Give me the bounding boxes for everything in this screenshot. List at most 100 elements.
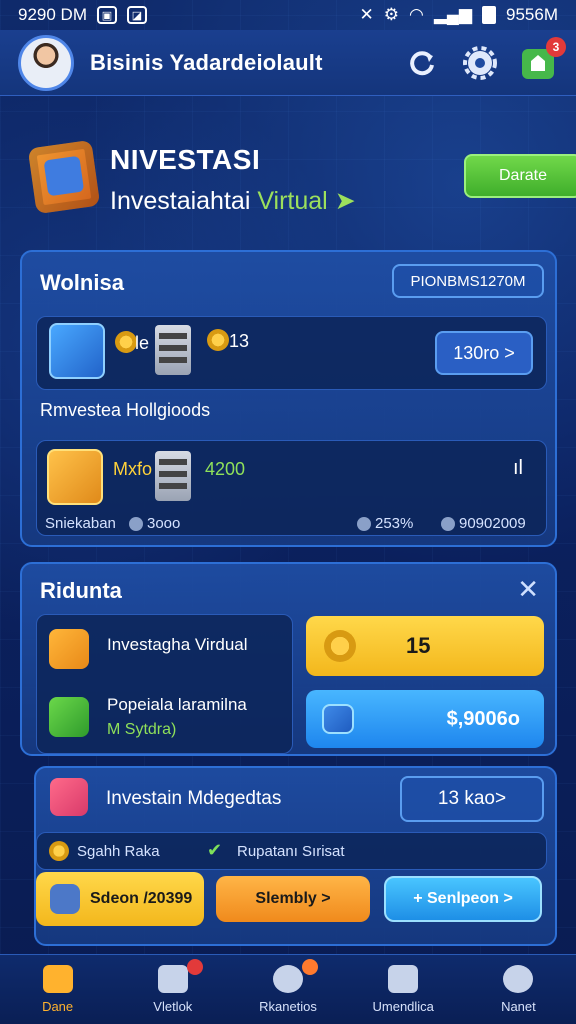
footer-b-value: 253% — [375, 515, 414, 532]
nav-item-home[interactable]: Dane — [0, 955, 115, 1024]
card-title: Ridunta — [40, 578, 122, 603]
reward-item-2-title[interactable]: Popeiala laramilna — [107, 695, 247, 715]
alarm-icon: ⚙ — [383, 5, 399, 24]
reward-count: 15 — [406, 633, 431, 658]
card-pill[interactable]: PIONBMS1270M — [392, 264, 544, 298]
gift-icon — [50, 778, 88, 816]
settings-button[interactable] — [460, 43, 500, 83]
server-icon-2 — [155, 451, 191, 501]
nav-item-wallet[interactable]: Vletlok — [115, 955, 230, 1024]
reward-item-2-sub: M Sytdra) — [107, 721, 177, 738]
nav-badge — [301, 959, 318, 975]
home-icon — [42, 965, 73, 993]
chat-icon — [49, 629, 89, 669]
nav-label: Vletlok — [153, 999, 193, 1014]
card-title: Investain Mdegedtas — [106, 788, 282, 809]
nav-label: Umendlica — [372, 999, 434, 1014]
arrow-icon: ➤ — [334, 187, 356, 215]
hero-title: NIVESTASI — [110, 144, 261, 175]
holding-footer-b: 253% — [357, 515, 413, 532]
card-pill[interactable]: 13 kao> — [400, 776, 544, 822]
info-icon — [357, 517, 371, 532]
footer-a-value: 3ooo — [147, 515, 181, 532]
holding-footer-c: 90902009 — [441, 515, 526, 532]
info-icon — [441, 517, 455, 532]
trophy-icon — [324, 630, 356, 662]
app-header: Bisinis Yadardeiolault 3 — [0, 30, 576, 96]
section-label: Rmvestea Hollgioods — [40, 400, 211, 420]
nav-badge — [186, 959, 203, 975]
chart-icon — [388, 965, 419, 993]
reward-balance: $,9006o — [446, 707, 520, 730]
calendar-icon — [157, 965, 188, 993]
assembly-label: Slembly > — [255, 890, 331, 907]
holding-footer-a: 3ooo — [129, 515, 180, 532]
holding-footer-label: Sniekaban — [45, 515, 116, 532]
nav-item-settings[interactable]: Nanet — [461, 955, 576, 1024]
search-icon — [273, 965, 303, 993]
hero-subtitle: Investaiahtai Virtual ➤ — [110, 186, 356, 216]
holding-name: Mxfo — [113, 459, 153, 479]
battery-icon — [482, 6, 497, 24]
rewards-card: Ridunta ✕ Investagha Virdual Popeiala la… — [20, 562, 557, 756]
holding-value: 4200 — [205, 459, 246, 479]
hero-subtitle-main: Investaiahtai — [110, 187, 251, 215]
card-title: Wolnisa — [40, 270, 124, 295]
gear-icon — [503, 965, 534, 993]
reward-item-1[interactable]: Investagha Virdual — [107, 635, 248, 655]
notification-badge: 3 — [546, 36, 566, 57]
assembly-button[interactable]: Slembly > — [216, 876, 370, 922]
footer-c-value: 90902009 — [459, 515, 526, 532]
holding-right-indicator: ıl — [513, 457, 523, 479]
row-amount-button[interactable]: 130ro > — [435, 331, 533, 375]
wallet-icon — [322, 704, 354, 734]
investment-box-icon — [27, 139, 101, 215]
holding-row[interactable]: Mxfo 4200 ıl Sniekaban 3ooo 253% 9090200… — [36, 440, 547, 536]
signal-icon: ▂▄▆ — [433, 5, 473, 24]
check-icon: ✔ — [207, 840, 223, 860]
stake-label: Sdeon /20399 — [90, 890, 193, 907]
coin-icon-2 — [207, 329, 229, 351]
status-bar: 9290 DM ▣ ◪ ✕ ⚙ ◠ ▂▄▆ 9556M — [0, 0, 576, 30]
coin-count: 13 — [229, 331, 250, 351]
refresh-icon — [410, 50, 434, 75]
close-icon[interactable]: ✕ — [517, 574, 539, 605]
notifications-button[interactable]: 3 — [518, 36, 566, 83]
coin-icon — [49, 841, 69, 861]
status-time: 9290 DM — [18, 5, 87, 24]
hero-section: NIVESTASI Investaiahtai Virtual ➤ Darate — [27, 139, 576, 230]
nav-item-search[interactable]: Rkanetios — [230, 955, 345, 1024]
tags-row: Sgahh Raka ✔ Rupatanı Sırisat — [36, 832, 547, 870]
status-time-right: 9556M — [506, 5, 558, 24]
info-icon — [129, 517, 143, 532]
tag-2: Rupatanı Sırisat — [237, 843, 345, 860]
coin-label: le — [135, 333, 150, 353]
nav-label: Dane — [42, 999, 74, 1014]
nav-label: Nanet — [501, 999, 536, 1014]
hero-subtitle-highlight: Virtual — [257, 187, 328, 215]
rewards-list: Investagha Virdual Popeiala laramilna M … — [36, 614, 293, 754]
cart-icon — [50, 884, 80, 914]
add-button[interactable]: + Senlpeon > — [384, 876, 542, 922]
hero-action-button[interactable]: Darate — [464, 154, 576, 198]
nav-label: Rkanetios — [259, 999, 317, 1014]
nav-item-stats[interactable]: Umendlica — [346, 955, 461, 1024]
investment-card: Investain Mdegedtas 13 kao> Sgahh Raka ✔… — [34, 766, 557, 946]
wifi-icon: ◠ — [408, 5, 424, 24]
add-label: + Senlpeon > — [413, 890, 513, 907]
asset-row[interactable]: le 13 130ro > — [36, 316, 547, 390]
gear-icon — [463, 45, 497, 80]
refresh-button[interactable] — [402, 43, 442, 83]
mute-icon: ✕ — [359, 5, 374, 24]
server-box-icon — [49, 323, 105, 379]
coin-icon — [115, 331, 137, 353]
portfolio-card: Wolnisa PIONBMS1270M le 13 130ro > Rmves… — [20, 250, 557, 547]
bottom-nav: Dane Vletlok Rkanetios Umendlica Nanet — [0, 954, 576, 1024]
tag-1: Sgahh Raka — [77, 843, 160, 860]
notification-icon-2: ◪ — [126, 6, 147, 24]
shield-icon — [49, 697, 89, 737]
avatar[interactable] — [18, 34, 74, 91]
server-icon — [155, 325, 191, 375]
app-title: Bisinis Yadardeiolault — [90, 49, 323, 75]
holding-box-icon — [47, 449, 103, 505]
